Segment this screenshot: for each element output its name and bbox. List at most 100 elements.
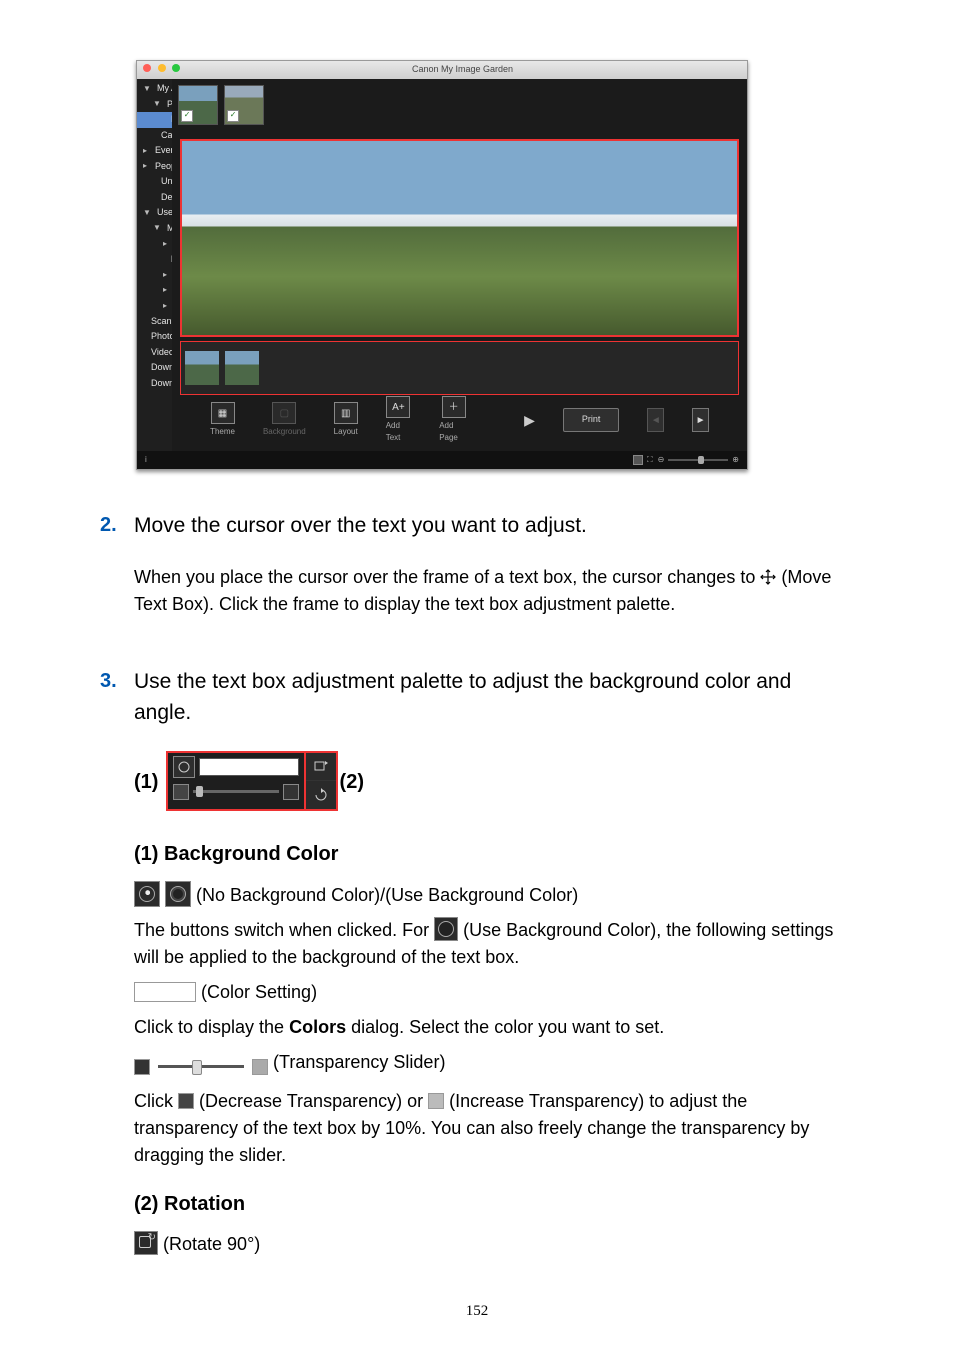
transparency-slider-graphic: [134, 1053, 268, 1080]
text: Click to display the: [134, 1017, 289, 1037]
tool-label: Add Text: [386, 420, 411, 444]
print-button[interactable]: Print: [563, 408, 620, 432]
add-text-button[interactable]: A+ Add Text: [386, 396, 411, 444]
text: (No Background Color)/(Use Background Co…: [196, 885, 578, 905]
caret-icon: ▸: [163, 300, 167, 312]
text: (Rotate 90°): [163, 1234, 260, 1254]
zoom-icon: [172, 64, 180, 72]
callout-2: (2): [340, 767, 364, 797]
text-bold: Colors: [289, 1017, 346, 1037]
sidebar-item-label: Video Frame Capture: [151, 346, 172, 360]
sidebar-item[interactable]: Deleted Images of People: [137, 190, 172, 206]
sidebar-item-label: UserName: [157, 206, 172, 220]
status-bar: i ⛶ ⊖ ⊕: [137, 451, 747, 469]
paragraph: (Rotate 90°): [134, 1231, 854, 1258]
sidebar-item[interactable]: New Photo Layout (1): [137, 112, 172, 128]
sidebar-item[interactable]: Calendar: [137, 128, 172, 144]
next-button[interactable]: ►: [692, 408, 709, 432]
sidebar-item[interactable]: ▼Photo Layout: [137, 97, 172, 113]
bg-toggle-icon: [173, 756, 195, 778]
sidebar-item-label: People: [155, 160, 172, 174]
no-bg-color-icon: [134, 881, 160, 907]
sidebar-item[interactable]: Scan: [137, 314, 172, 330]
sidebar-item[interactable]: ▼Macintosh HD: [137, 221, 172, 237]
caret-icon: ▸: [163, 238, 167, 250]
check-icon: ✓: [227, 110, 239, 122]
info-icon[interactable]: i: [145, 454, 147, 466]
tool-label: Background: [263, 426, 306, 438]
step-3: 3. Use the text box adjustment palette t…: [100, 666, 854, 1266]
sidebar-item[interactable]: ▼UserName: [137, 205, 172, 221]
sidebar-item[interactable]: home: [137, 252, 172, 268]
play-icon[interactable]: ▶: [524, 410, 535, 431]
rotate-free-icon: [306, 781, 336, 809]
page-thumb[interactable]: [225, 351, 259, 385]
sidebar-item[interactable]: Photo Sharing Sites: [137, 329, 172, 345]
tool-label: Theme: [210, 426, 235, 438]
sidebar-item[interactable]: Video Frame Capture: [137, 345, 172, 361]
text: The buttons switch when clicked. For: [134, 920, 434, 940]
sidebar-item[interactable]: Unregistered People: [137, 174, 172, 190]
step-number: 3.: [100, 666, 134, 696]
sidebar-item-label: My Art: [157, 82, 172, 96]
caret-icon: ▸: [163, 269, 167, 281]
page-thumb[interactable]: [185, 351, 219, 385]
callout-1: (1): [134, 767, 158, 797]
image-preview[interactable]: [180, 139, 739, 337]
paragraph: (Transparency Slider): [134, 1049, 854, 1080]
section-heading: (1) Background Color: [134, 839, 854, 869]
text: dialog. Select the color you want to set…: [346, 1017, 664, 1037]
toolbar: ▦ Theme ▢ Background ▥ Layout A+ Add Tex…: [180, 397, 739, 443]
zoom-out-icon[interactable]: ⊖: [658, 454, 665, 466]
sidebar-item[interactable]: ▼ My Art: [137, 81, 172, 97]
palette-graphic: (1): [134, 751, 364, 811]
caret-icon: ▸: [163, 284, 167, 296]
step-title: Use the text box adjustment palette to a…: [134, 666, 854, 729]
sidebar-item[interactable]: Downloaded PREMIUM Contents: [137, 376, 172, 392]
caret-icon: ▼: [153, 222, 159, 234]
thumbnail[interactable]: ✓: [178, 85, 218, 125]
paragraph: Click (Decrease Transparency) or (Increa…: [134, 1088, 854, 1169]
page-number: 152: [0, 1300, 954, 1323]
theme-button[interactable]: ▦ Theme: [210, 402, 235, 438]
sidebar-item-label: Download PREMIUM Contents: [151, 361, 172, 375]
rotate-90-icon: [306, 753, 336, 782]
layout-button[interactable]: ▥ Layout: [334, 402, 358, 438]
traffic-lights: [143, 63, 184, 77]
sidebar-item[interactable]: ▸Event: [137, 143, 172, 159]
sidebar-item[interactable]: ▸Library: [137, 267, 172, 283]
sidebar: ▼ My Art▼Photo LayoutNew Photo Layout (1)…: [137, 79, 172, 451]
color-setting-swatch: [134, 982, 196, 1002]
sidebar-item[interactable]: Download PREMIUM Contents: [137, 360, 172, 376]
minimize-icon: [158, 64, 166, 72]
zoom-brackets: ⛶: [647, 454, 654, 466]
zoom-control[interactable]: ⛶ ⊖ ⊕: [633, 454, 739, 466]
sidebar-item-label: Photo Sharing Sites: [151, 330, 172, 344]
close-icon: [143, 64, 151, 72]
decrease-transparency-icon: [134, 1059, 150, 1075]
sidebar-item-label: Unregistered People: [161, 175, 172, 189]
zoom-in-icon[interactable]: ⊕: [732, 454, 739, 466]
text: When you place the cursor over the frame…: [134, 567, 760, 587]
increase-transparency-icon: [428, 1093, 444, 1109]
page-strip: [180, 341, 739, 395]
caret-icon: ▸: [143, 160, 147, 172]
section-heading: (2) Rotation: [134, 1189, 854, 1219]
sidebar-item[interactable]: ▸Applications: [137, 236, 172, 252]
fit-icon[interactable]: [633, 455, 643, 465]
add-page-button[interactable]: ＋ Add Page: [439, 396, 468, 444]
main-panel: ✓ ✓ ▦ Theme ▢: [172, 79, 747, 451]
sidebar-item[interactable]: ▸ People: [137, 159, 172, 175]
sidebar-item[interactable]: ▸System: [137, 283, 172, 299]
check-icon: ✓: [181, 110, 193, 122]
caret-icon: ▼: [143, 83, 149, 95]
thumbnail[interactable]: ✓: [224, 85, 264, 125]
sidebar-item[interactable]: ▸Users: [137, 298, 172, 314]
step-title: Move the cursor over the text you want t…: [134, 510, 854, 542]
sidebar-item-label: Deleted Images of People: [161, 191, 172, 205]
slider-track: [193, 790, 279, 793]
increase-transparency-icon: [252, 1059, 268, 1075]
use-bg-color-icon: [165, 881, 191, 907]
step-number: 2.: [100, 510, 134, 540]
thumbnail-strip: ✓ ✓: [172, 79, 747, 139]
